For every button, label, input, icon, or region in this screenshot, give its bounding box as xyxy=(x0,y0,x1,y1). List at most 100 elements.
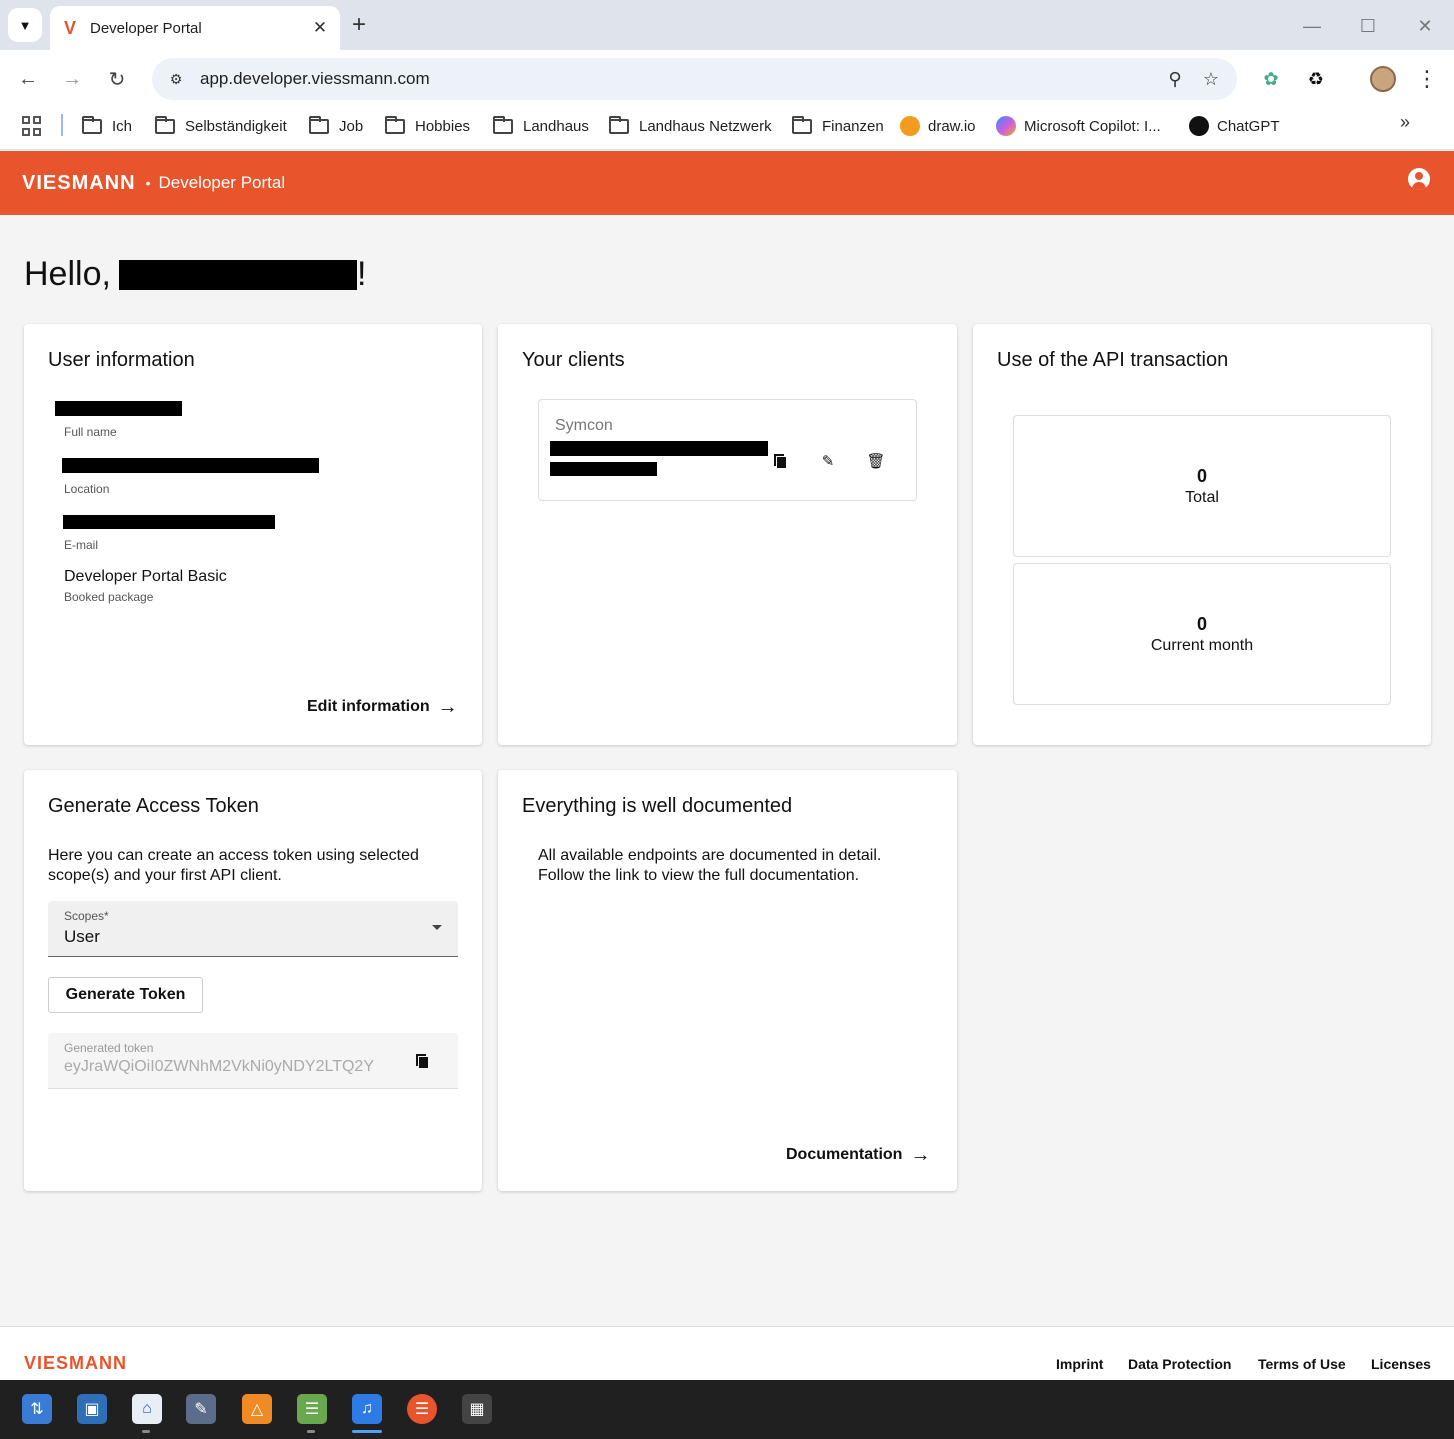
copy-client-button[interactable] xyxy=(770,451,790,471)
delete-client-button[interactable]: 🗑 xyxy=(866,451,886,471)
bookmark-label: Ich xyxy=(112,117,133,135)
clients-title: Your clients xyxy=(522,349,625,371)
edit-information-link[interactable]: Edit information → xyxy=(307,696,458,718)
taskbar-app-editor-icon[interactable]: ✎ xyxy=(186,1394,216,1424)
edit-client-button[interactable]: ✎ xyxy=(818,451,838,471)
generate-token-button[interactable]: Generate Token xyxy=(48,977,203,1013)
scopes-select[interactable]: Scopes* User xyxy=(48,901,458,957)
zoom-icon[interactable]: ⚲ xyxy=(1157,64,1193,94)
copy-icon xyxy=(774,454,786,468)
folder-icon xyxy=(609,115,629,134)
taskbar-app-network-icon[interactable]: ⇅ xyxy=(22,1394,52,1424)
bookmark-item[interactable]: Microsoft Copilot: I... xyxy=(996,114,1161,138)
month-label: Current month xyxy=(1150,637,1254,654)
bookmark-item[interactable]: Landhaus Netzwerk xyxy=(609,114,772,138)
taskbar-app-viessmann-icon[interactable]: ☰ xyxy=(407,1394,437,1424)
month-stat-box: 0 Current month xyxy=(1013,563,1391,705)
reload-icon[interactable]: ↻ xyxy=(102,64,132,94)
os-taskbar: ⇅ ▣ ⌂ ✎ △ ☰ ♫ ☰ ▦ xyxy=(0,1380,1454,1439)
redacted-client-id xyxy=(550,441,768,456)
bookmark-star-icon[interactable]: ☆ xyxy=(1193,64,1229,94)
browser-menu-icon[interactable]: ⋮ xyxy=(1415,66,1439,92)
back-arrow-icon[interactable]: ← xyxy=(13,64,43,94)
data-protection-link[interactable]: Data Protection xyxy=(1128,1356,1231,1372)
taskbar-running-indicator xyxy=(307,1430,315,1433)
client-name: Symcon xyxy=(555,417,613,434)
licenses-link[interactable]: Licenses xyxy=(1371,1356,1431,1372)
generated-token-field[interactable]: Generated token eyJraWQiOiI0ZWNhM2VkNi0y… xyxy=(48,1033,458,1089)
bookmark-item[interactable]: ChatGPT xyxy=(1189,114,1280,138)
page-footer: VIESMANN Imprint Data Protection Terms o… xyxy=(0,1326,1454,1380)
site-info-icon[interactable]: ⚙ xyxy=(164,67,188,91)
new-tab-button[interactable]: + xyxy=(352,12,366,38)
full-name-label: Full name xyxy=(64,425,117,439)
api-usage-card: Use of the API transaction 0 Total 0 Cur… xyxy=(973,324,1431,745)
clients-card: Your clients Symcon ✎ 🗑 xyxy=(498,324,957,745)
docs-description: All available endpoints are documented i… xyxy=(538,847,882,884)
imprint-link[interactable]: Imprint xyxy=(1056,1356,1103,1372)
redacted-email xyxy=(63,515,275,529)
account-icon[interactable] xyxy=(1408,168,1430,190)
browser-tab-bar: ▼ V Developer Portal ✕ + — ☐ ✕ xyxy=(0,0,1454,50)
copy-token-button[interactable] xyxy=(412,1051,432,1071)
bookmark-item[interactable]: Selbständigkeit xyxy=(155,114,287,138)
taskbar-app-calendar-icon[interactable]: ▦ xyxy=(462,1394,492,1424)
maximize-icon[interactable]: ☐ xyxy=(1354,12,1382,40)
client-item: Symcon ✎ 🗑 xyxy=(538,399,917,501)
api-usage-title: Use of the API transaction xyxy=(997,349,1229,371)
browser-tab[interactable]: V Developer Portal ✕ xyxy=(50,6,340,50)
close-window-icon[interactable]: ✕ xyxy=(1411,12,1439,40)
taskbar-app-home-icon[interactable]: ⌂ xyxy=(132,1394,162,1424)
email-field: E-mail xyxy=(63,515,275,552)
bookmark-label: Landhaus xyxy=(523,117,589,135)
minimize-icon[interactable]: — xyxy=(1298,12,1326,40)
tab-title: Developer Portal xyxy=(90,19,202,37)
location-label: Location xyxy=(64,482,110,496)
bookmark-item[interactable]: Ich xyxy=(82,114,132,138)
arrow-right-icon: → xyxy=(437,696,458,718)
profile-avatar[interactable] xyxy=(1370,66,1396,92)
bookmark-item[interactable]: Job xyxy=(309,114,363,138)
folder-icon xyxy=(385,115,405,134)
folder-icon xyxy=(493,115,513,134)
taskbar-app-computer-icon[interactable]: ▣ xyxy=(77,1394,107,1424)
bookmark-label: Selbständigkeit xyxy=(185,117,287,135)
docs-title: Everything is well documented xyxy=(522,795,793,817)
taskbar-app-music-icon[interactable]: ♫ xyxy=(352,1394,382,1424)
documentation-link[interactable]: Documentation → xyxy=(786,1144,931,1166)
taskbar-running-indicator xyxy=(142,1430,150,1433)
viessmann-logo[interactable]: VIESMANN xyxy=(22,172,136,195)
apps-grid-icon[interactable] xyxy=(22,116,42,136)
bookmark-item[interactable]: Hobbies xyxy=(385,114,470,138)
bookmark-label: Finanzen xyxy=(822,117,884,135)
extensions-puzzle-icon[interactable]: ♻ xyxy=(1303,66,1329,92)
location-field: Location xyxy=(62,458,319,496)
tab-search-button[interactable]: ▼ xyxy=(8,8,42,42)
redacted-location xyxy=(62,458,319,473)
bookmark-label: ChatGPT xyxy=(1217,117,1280,135)
url-text[interactable]: app.developer.viessmann.com xyxy=(200,69,1157,89)
taskbar-app-diagram-icon[interactable]: △ xyxy=(242,1394,272,1424)
trash-icon: 🗑 xyxy=(866,453,886,470)
extension-colorful-icon[interactable]: ✿ xyxy=(1258,66,1284,92)
bookmark-item[interactable]: Finanzen xyxy=(792,114,884,138)
bookmark-item[interactable]: draw.io xyxy=(900,114,976,138)
generated-token-value[interactable]: eyJraWQiOiI0ZWNhM2VkNi0yNDY2LTQ2Y xyxy=(64,1058,376,1076)
header-separator: • xyxy=(145,175,151,191)
bookmark-item[interactable]: Landhaus xyxy=(493,114,589,138)
close-tab-icon[interactable]: ✕ xyxy=(310,18,330,38)
taskbar-app-notes-icon[interactable]: ☰ xyxy=(297,1394,327,1424)
address-bar[interactable]: ⚙ app.developer.viessmann.com ⚲ ☆ xyxy=(152,58,1237,100)
full-name-field: Full name xyxy=(55,401,182,439)
edit-information-label: Edit information xyxy=(307,698,430,715)
footer-logo[interactable]: VIESMANN xyxy=(24,1353,127,1374)
redacted-name xyxy=(118,259,357,290)
arrow-right-icon: → xyxy=(910,1144,931,1166)
more-bookmarks-icon[interactable]: » xyxy=(1400,112,1410,133)
package-label: Booked package xyxy=(64,590,154,604)
bookmarks-bar: Ich Selbständigkeit Job Hobbies Landhaus… xyxy=(0,108,1454,150)
forward-arrow-icon[interactable]: → xyxy=(57,64,87,94)
folder-icon xyxy=(309,115,329,134)
terms-of-use-link[interactable]: Terms of Use xyxy=(1258,1356,1346,1372)
redacted-full-name xyxy=(55,401,182,416)
